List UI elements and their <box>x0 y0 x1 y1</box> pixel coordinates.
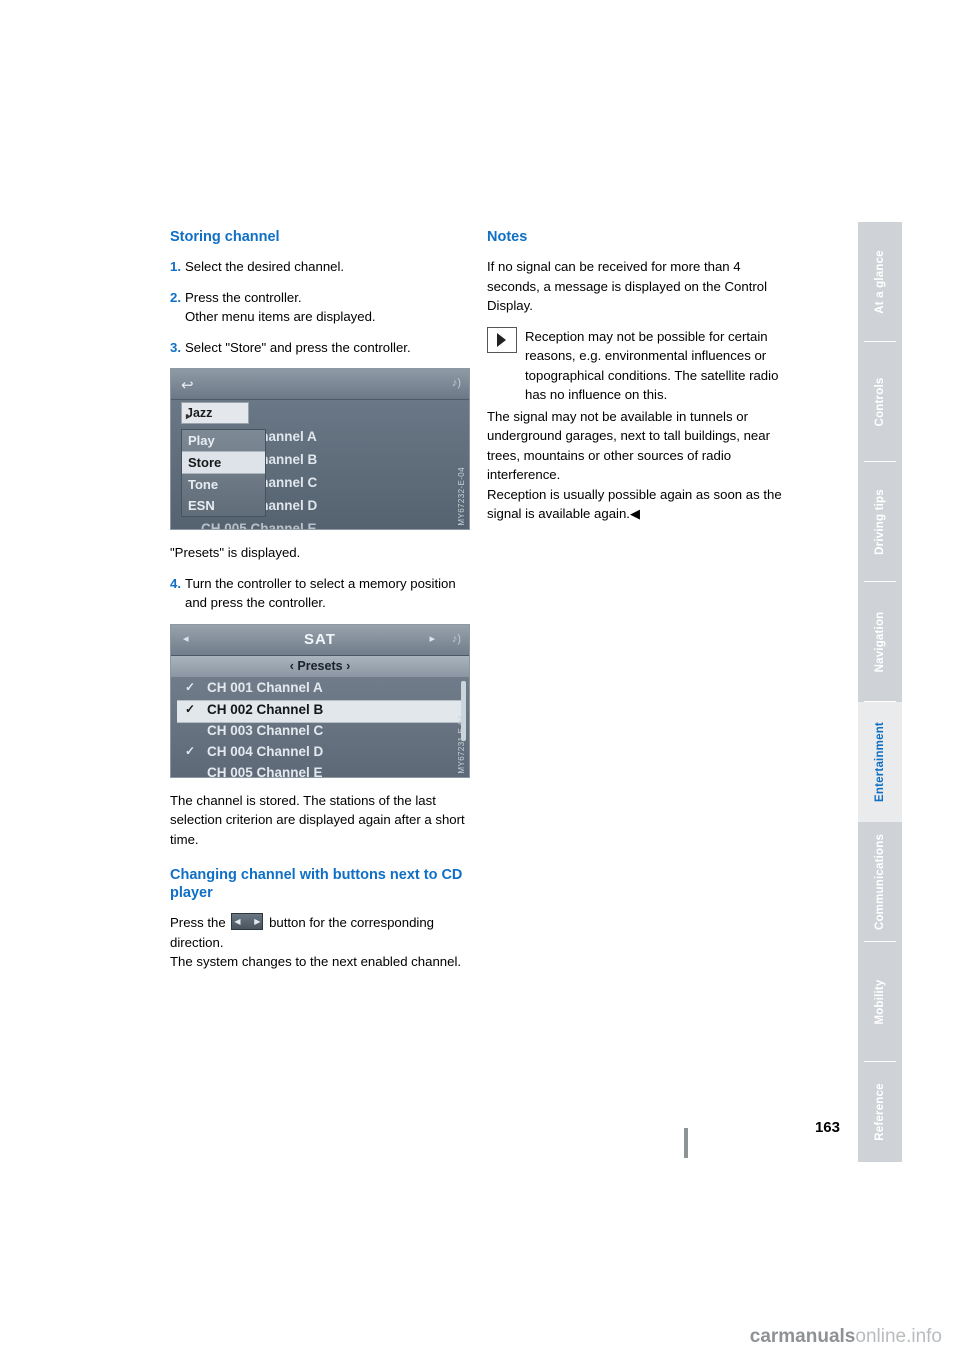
preset-label: CH 002 Channel B <box>207 701 324 717</box>
tab-mobility[interactable]: Mobility <box>858 942 902 1062</box>
control-display-screenshot-store-menu: ↩ ♪) ▸ Jazz ✓ CH 001 Channel A CH 002 Ch… <box>170 368 470 530</box>
watermark-suffix: online.info <box>855 1326 942 1347</box>
paragraph-press-button: Press the button for the corresponding d… <box>170 913 470 952</box>
preset-row: ✓ CH 004 Channel D <box>185 743 457 764</box>
section-tab-rail: At a glance Controls Driving tips Naviga… <box>858 222 902 1162</box>
preset-label: CH 001 Channel A <box>207 679 323 695</box>
tab-label: Navigation <box>874 611 886 673</box>
speaker-icon: ♪) <box>451 377 461 389</box>
chevron-left-icon: ◂ <box>183 632 189 645</box>
step-number: 2. <box>170 289 181 305</box>
figure-code: MY67232-E-04 <box>457 467 466 526</box>
page-title-storing-channel: Storing channel <box>170 229 280 245</box>
subtitle-label: Presets <box>297 658 343 673</box>
chevron-right-icon: ▸ <box>429 632 435 645</box>
tab-driving-tips[interactable]: Driving tips <box>858 462 902 582</box>
info-triangle-icon <box>487 326 517 353</box>
channel-row: CH 005 Channel E <box>183 519 459 530</box>
channel-label: CH 005 Channel E <box>201 521 317 530</box>
preset-label: CH 003 Channel C <box>207 722 324 738</box>
step-text: Press the controller. Other menu items a… <box>185 289 376 325</box>
tab-label: Controls <box>874 377 886 427</box>
step-number: 3. <box>170 339 181 355</box>
paragraph-system-changes: The system changes to the next enabled c… <box>170 954 462 969</box>
preset-row-selected: ✓ CH 002 Channel B <box>177 699 463 723</box>
tab-entertainment[interactable]: Entertainment <box>858 702 902 822</box>
back-arrow-icon: ↩ <box>181 377 194 394</box>
menu-item-play: Play <box>188 433 215 448</box>
section-heading-notes: Notes <box>487 229 528 245</box>
control-display-screenshot-presets: ◂ SAT ▸ ♪) ‹ Presets › ✓ CH 001 Channel … <box>170 623 470 778</box>
tab-label: Mobility <box>874 979 886 1025</box>
step-text: Select the desired channel. <box>185 259 345 274</box>
speaker-icon: ♪) <box>451 632 461 645</box>
screen-topbar: ↩ ♪) <box>171 369 469 400</box>
preset-row: CH 005 Channel E <box>185 764 457 778</box>
press-text-before: Press the <box>170 915 226 930</box>
step-1: 1. Select the desired channel. <box>170 257 470 277</box>
screen-title: SAT <box>304 630 336 648</box>
footer-tick-mark <box>684 1128 688 1158</box>
watermark-prefix: carmanuals <box>749 1326 856 1347</box>
note-block: Reception may not be possible for certai… <box>487 326 790 405</box>
tab-label: Communications <box>874 833 886 931</box>
screen-topbar: ◂ SAT ▸ ♪) <box>171 624 469 656</box>
section-heading-changing-channel: Changing channel with buttons next to CD… <box>170 867 463 901</box>
menu-item-tone: Tone <box>188 477 219 492</box>
tab-communications[interactable]: Communications <box>858 822 902 942</box>
filter-chip-jazz: ▸ Jazz <box>181 402 249 424</box>
step-4: 4. Turn the controller to select a memor… <box>170 574 470 613</box>
check-icon: ✓ <box>185 701 196 716</box>
step-text: Select "Store" and press the controller. <box>185 339 411 355</box>
tab-label: Entertainment <box>874 722 886 802</box>
tab-label: Driving tips <box>874 489 886 555</box>
subtitle-arrow-right-icon: › <box>342 658 351 673</box>
screen-subtitle: ‹ Presets › <box>171 655 469 677</box>
check-icon: ✓ <box>185 679 196 694</box>
watermark: carmanualsonline.info <box>750 1326 942 1348</box>
tab-at-a-glance[interactable]: At a glance <box>858 222 902 342</box>
tab-controls[interactable]: Controls <box>858 342 902 462</box>
preset-row: ✓ CH 001 Channel A <box>185 679 457 700</box>
paragraph-signal-availability: The signal may not be available in tunne… <box>487 408 770 483</box>
figure-code: MY67231-E-04 <box>457 714 466 774</box>
tab-label: At a glance <box>874 250 886 314</box>
caption-presets-displayed: "Presets" is displayed. <box>170 545 301 560</box>
step-text: Turn the controller to select a memory p… <box>185 575 456 611</box>
left-column: Storing channel 1. Select the desired ch… <box>170 228 470 983</box>
paragraph-no-signal: If no signal can be received for more th… <box>487 259 768 313</box>
preset-label: CH 005 Channel E <box>207 764 323 778</box>
step-2: 2. Press the controller. Other menu item… <box>170 288 470 327</box>
tab-navigation[interactable]: Navigation <box>858 582 902 702</box>
step-3: 3. Select "Store" and press the controll… <box>170 338 470 358</box>
paragraph-reception-again: Reception is usually possible again as s… <box>487 485 790 524</box>
preset-row: CH 003 Channel C <box>185 722 457 743</box>
step-number: 1. <box>170 259 181 274</box>
page-number: 163 <box>814 1119 840 1136</box>
presets-list: ✓ CH 001 Channel A ✓ CH 002 Channel B CH… <box>171 679 469 777</box>
context-menu: Play Store Tone ESN <box>181 429 266 517</box>
check-icon: ✓ <box>185 743 196 758</box>
note-text: Reception may not be possible for certai… <box>525 328 779 403</box>
menu-item-store: Store <box>182 451 265 474</box>
end-marker-icon: ◀ <box>629 506 641 521</box>
step-number: 4. <box>170 575 181 591</box>
preset-label: CH 004 Channel D <box>207 743 324 759</box>
tab-reference[interactable]: Reference <box>858 1062 902 1162</box>
right-column: Notes If no signal can be received for m… <box>487 228 790 524</box>
chevron-right-icon: ▸ <box>186 411 191 421</box>
paragraph-channel-stored: The channel is stored. The stations of t… <box>170 792 465 847</box>
tab-label: Reference <box>874 1083 886 1141</box>
menu-item-esn: ESN <box>188 498 215 513</box>
manual-page: At a glance Controls Driving tips Naviga… <box>0 0 960 1358</box>
rocker-button-icon <box>231 913 264 930</box>
